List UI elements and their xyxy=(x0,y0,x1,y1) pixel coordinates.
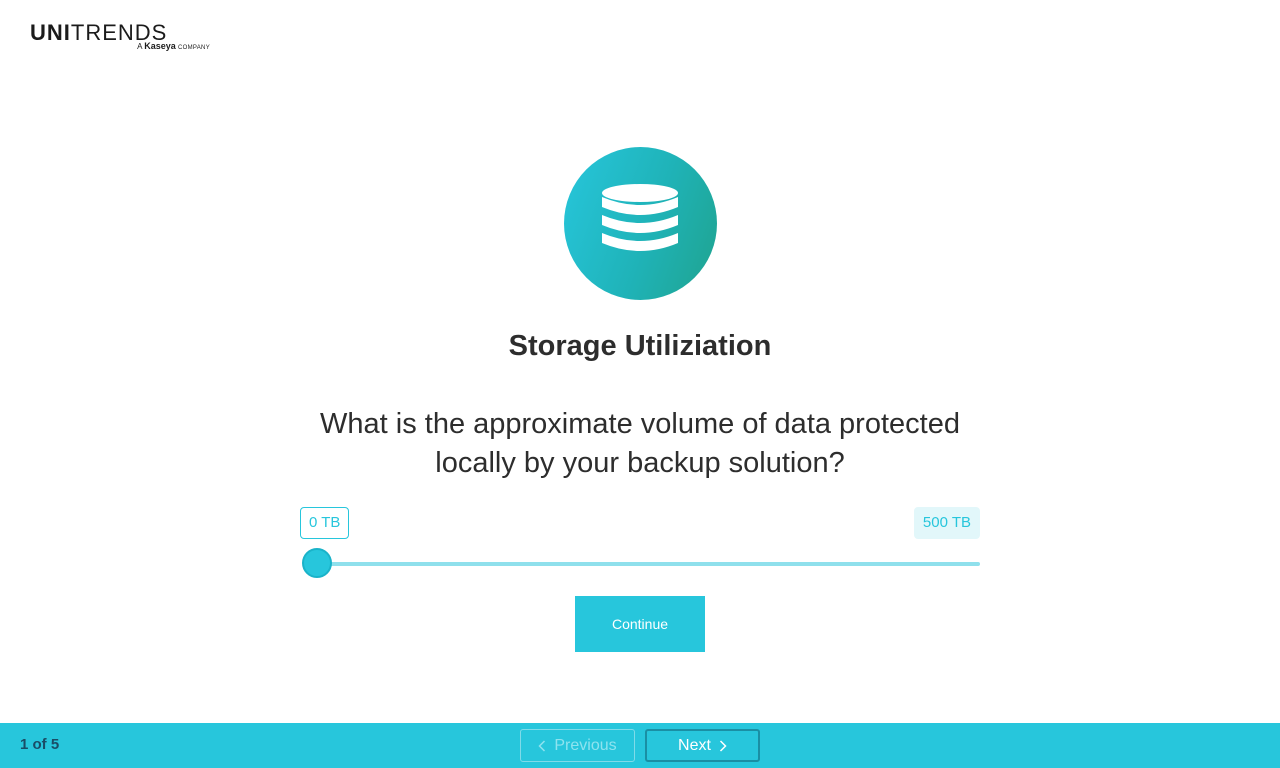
footer-bar: 1 of 5 Previous Next xyxy=(0,723,1280,768)
logo-sub-suffix: COMPANY xyxy=(178,45,210,51)
previous-button[interactable]: Previous xyxy=(520,729,635,762)
slider-min-label: 0 TB xyxy=(300,507,350,539)
chevron-left-icon xyxy=(538,739,546,752)
logo-brand-bold: UNI xyxy=(30,20,71,45)
step-counter: 1 of 5 xyxy=(20,736,60,753)
next-label: Next xyxy=(678,736,711,754)
slider-track[interactable] xyxy=(315,562,980,566)
database-icon xyxy=(564,147,717,300)
unitrends-logo: UNITRENDS A Kaseya COMPANY xyxy=(30,22,212,52)
chevron-right-icon xyxy=(719,739,727,752)
next-button[interactable]: Next xyxy=(645,729,760,762)
question-text: What is the approximate volume of data p… xyxy=(320,408,960,479)
previous-label: Previous xyxy=(554,736,617,754)
slider-max-label: 500 TB xyxy=(913,507,980,539)
logo-sub-name: Kaseya xyxy=(144,41,176,51)
slider-thumb[interactable] xyxy=(302,548,332,578)
logo-subline: A Kaseya COMPANY xyxy=(137,41,210,53)
page-title: Storage Utiliziation xyxy=(508,330,772,362)
logo-sub-prefix: A xyxy=(137,42,142,51)
continue-button[interactable]: Continue xyxy=(575,596,705,652)
survey-page: UNITRENDS A Kaseya COMPANY Storage Utili… xyxy=(0,0,1280,768)
